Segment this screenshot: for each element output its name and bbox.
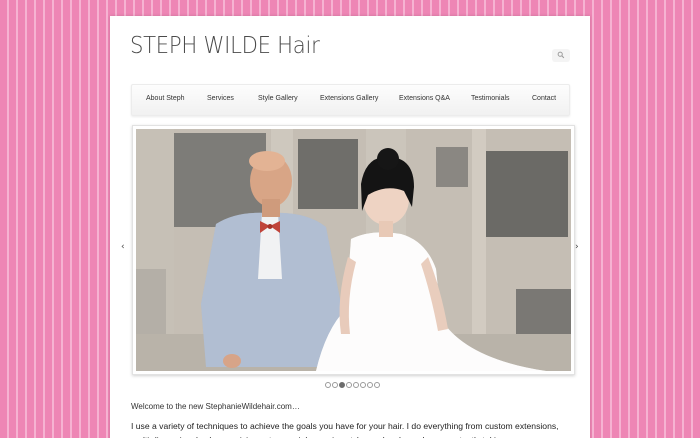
- nav-about-steph[interactable]: About Steph: [146, 95, 185, 102]
- slider-dot[interactable]: [367, 382, 373, 388]
- slider-dot[interactable]: [360, 382, 366, 388]
- intro-paragraph: I use a variety of techniques to achieve…: [131, 421, 559, 438]
- search-box[interactable]: [552, 49, 570, 62]
- slider-dot[interactable]: [353, 382, 359, 388]
- nav-extensions-qa[interactable]: Extensions Q&A: [399, 95, 450, 102]
- slider-dot[interactable]: [332, 382, 338, 388]
- main-navigation: About Steph Services Style Gallery Exten…: [131, 84, 570, 116]
- slider-next-arrow[interactable]: ›: [575, 242, 579, 252]
- slider-dot[interactable]: [346, 382, 352, 388]
- welcome-text: Welcome to the new StephanieWildehair.co…: [131, 402, 300, 411]
- nav-services[interactable]: Services: [207, 95, 234, 102]
- slider-dot[interactable]: [374, 382, 380, 388]
- nav-style-gallery[interactable]: Style Gallery: [258, 95, 298, 102]
- slider-prev-arrow[interactable]: ‹: [121, 242, 125, 252]
- site-title[interactable]: STEPH WILDE Hair: [130, 33, 320, 59]
- search-icon[interactable]: [557, 51, 565, 59]
- page-container: STEPH WILDE Hair About Steph Services St…: [110, 16, 590, 438]
- slide-photo: [136, 129, 571, 371]
- slider-dot[interactable]: [325, 382, 331, 388]
- nav-contact[interactable]: Contact: [532, 95, 556, 102]
- wedding-couple-photo: [136, 129, 571, 371]
- slider-dot[interactable]: [339, 382, 345, 388]
- nav-extensions-gallery[interactable]: Extensions Gallery: [320, 95, 378, 102]
- nav-testimonials[interactable]: Testimonials: [471, 95, 510, 102]
- image-slider: [132, 125, 575, 375]
